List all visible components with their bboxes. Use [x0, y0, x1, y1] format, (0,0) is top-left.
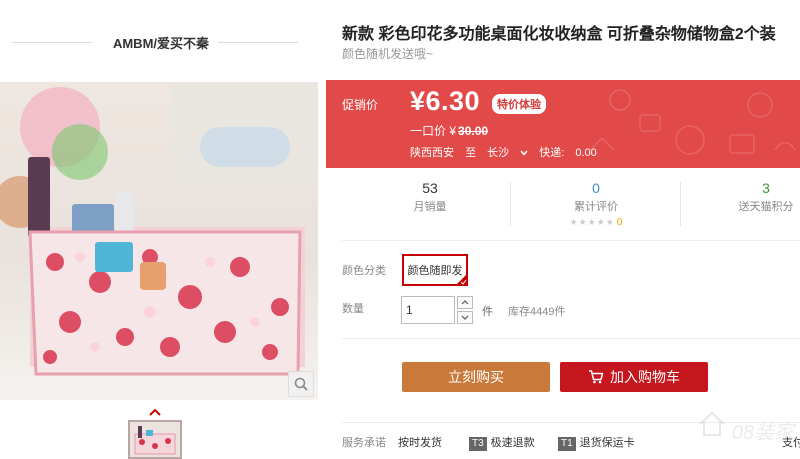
buy-now-button[interactable]: 立刻购买: [402, 362, 550, 392]
watermark-text: 08装家: [731, 422, 794, 444]
original-price-label: 一口价: [410, 124, 447, 138]
service-item[interactable]: T3 极速退款: [469, 434, 535, 451]
promo-price-label: 促销价: [342, 98, 379, 112]
magnifier-icon: [294, 377, 308, 391]
shop-header: AMBM/爱买不秦: [0, 0, 322, 80]
service-item-text: 极速退款: [490, 437, 535, 449]
service-promise-label: 服务承诺: [342, 437, 386, 449]
rating-stars: ★★★★★ 0: [536, 216, 656, 229]
site-watermark: 08装家: [697, 409, 794, 445]
main-product-image[interactable]: [0, 82, 318, 400]
stock-count: 库存4449件: [508, 306, 566, 318]
quantity-unit: 件: [482, 306, 493, 318]
zoom-button[interactable]: [288, 371, 314, 397]
quantity-input[interactable]: 1: [401, 296, 455, 324]
quantity-decrease-button[interactable]: [457, 311, 473, 324]
color-option-label: 颜色分类: [342, 265, 386, 277]
check-corner-icon: [456, 274, 467, 285]
buy-now-label: 立刻购买: [448, 369, 504, 385]
monthly-sales-value: 53: [422, 180, 438, 196]
ship-to-label: 至: [465, 147, 477, 159]
color-option-selected[interactable]: 颜色随即发: [402, 254, 468, 286]
divider: [342, 240, 800, 241]
service-tag: T1: [558, 437, 576, 451]
service-item[interactable]: T1 退货保运卡: [558, 434, 635, 451]
service-item-text: 退货保运卡: [579, 437, 635, 449]
product-gallery: AMBM/爱买不秦: [0, 0, 322, 459]
product-subtitle: 颜色随机发送哦~: [342, 47, 434, 61]
ship-fee: 快递: 0.00: [539, 147, 605, 159]
triangle-up-icon: [461, 300, 469, 305]
stats-row: 53 月销量 0 累计评价 ★★★★★ 0 3 送天猫积分: [326, 178, 800, 238]
ship-fee-label: 快递:: [539, 147, 565, 159]
thumbnail-prev-button[interactable]: [148, 404, 162, 416]
quantity-label: 数量: [342, 303, 364, 315]
thumbnail-image[interactable]: [128, 420, 182, 459]
shop-header-divider-right: [218, 42, 298, 43]
product-photo: [0, 82, 318, 400]
quantity-increase-button[interactable]: [457, 296, 473, 309]
stats-divider: [680, 182, 681, 226]
chevron-up-icon: [149, 408, 161, 416]
cart-icon: [589, 370, 604, 384]
product-details: 新款 彩色印花多功能桌面化妆收纳盒 可折叠杂物储物盒2个装 颜色随机发送哦~ 促…: [326, 0, 800, 459]
special-offer-badge: 特价体验: [492, 94, 546, 114]
ship-destination: 长沙: [487, 147, 510, 159]
ship-origin: 陕西西安: [410, 147, 454, 159]
tmall-points-value: 3: [762, 180, 770, 196]
add-to-cart-label: 加入购物车: [610, 369, 680, 385]
stats-divider: [510, 182, 511, 226]
monthly-sales: 53 月销量: [370, 178, 490, 230]
service-tag: T3: [469, 437, 487, 451]
triangle-down-icon: [461, 315, 469, 320]
rating-score: 0: [616, 217, 623, 228]
tmall-points-label: 送天猫积分: [738, 201, 794, 213]
color-option-value: 颜色随即发: [407, 265, 463, 277]
ship-fee-value: 0.00: [575, 147, 597, 159]
monthly-sales-label: 月销量: [413, 201, 447, 213]
price-panel-pattern: [589, 89, 796, 155]
original-price-value: 30.00: [458, 124, 489, 138]
review-count-label: 累计评价: [574, 201, 618, 213]
service-item-text: 按时发货: [398, 437, 442, 449]
review-count-value: 0: [592, 180, 600, 196]
price-panel: 促销价 ¥6.30 特价体验 一口价 ¥30.00 陕西西安 至 长沙 快递: …: [326, 80, 800, 168]
promo-price: ¥6.30: [410, 86, 481, 116]
house-logo-icon: [699, 411, 725, 436]
tmall-points: 3 送天猫积分: [706, 178, 800, 230]
shipping-info: 陕西西安 至 长沙 快递: 0.00: [410, 144, 613, 160]
divider: [342, 338, 800, 339]
review-count[interactable]: 0 累计评价 ★★★★★ 0: [536, 178, 656, 230]
service-item[interactable]: 按时发货: [398, 434, 442, 450]
thumbnail-photo: [130, 422, 180, 457]
original-price: 一口价 ¥30.00: [410, 122, 488, 139]
add-to-cart-button[interactable]: 加入购物车: [560, 362, 708, 392]
product-title: 新款 彩色印花多功能桌面化妆收纳盒 可折叠杂物储物盒2个装: [342, 26, 776, 43]
star-icons: ★★★★★: [569, 217, 615, 227]
chevron-down-icon: [520, 150, 528, 156]
ship-destination-select[interactable]: 长沙: [487, 147, 531, 159]
original-price-currency: ¥: [449, 124, 457, 138]
